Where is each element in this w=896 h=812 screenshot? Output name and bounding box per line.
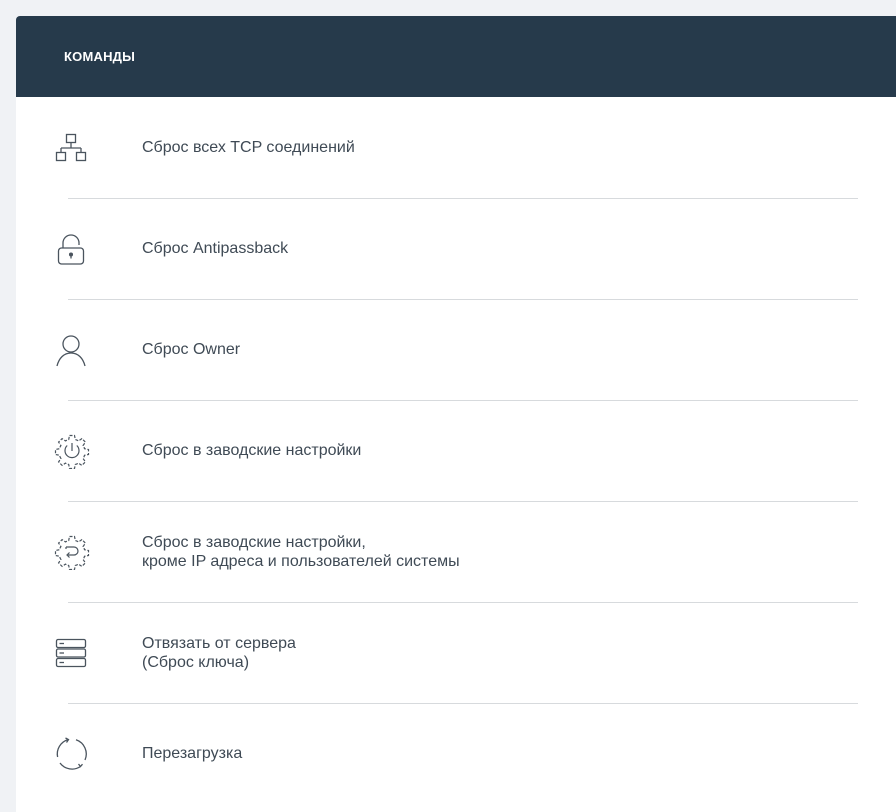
command-label: Сброс Antipassback (142, 240, 289, 257)
command-factory-reset[interactable]: Сброс в заводские настройки (52, 400, 858, 501)
command-label: Перезагрузка (142, 745, 243, 762)
command-label: Сброс всех TCP соединений (142, 139, 355, 156)
command-label: Сброс в заводские настройки (142, 442, 362, 459)
command-reset-tcp[interactable]: Сброс всех TCP соединений (52, 97, 858, 198)
panel-header: КОМАНДЫ (16, 16, 896, 97)
command-reset-antipassback[interactable]: Сброс Antipassback (52, 198, 858, 299)
command-label: Сброс в заводские настройки, кроме IP ад… (142, 533, 460, 570)
user-icon (52, 333, 110, 367)
network-icon (52, 131, 110, 165)
gear-reset-icon (52, 534, 110, 570)
refresh-icon (52, 736, 110, 772)
commands-list: Сброс всех TCP соединений Сброс Antipass… (16, 97, 896, 804)
panel-title: КОМАНДЫ (64, 49, 136, 64)
server-icon (52, 636, 110, 670)
command-label: Сброс Owner (142, 341, 241, 358)
command-unbind-server[interactable]: Отвязать от сервера (Сброс ключа) (52, 602, 858, 703)
command-label: Отвязать от сервера (Сброс ключа) (142, 634, 296, 671)
commands-panel: КОМАНДЫ Сброс всех TCP соединений Сброс … (16, 16, 896, 812)
command-factory-reset-keep-ip[interactable]: Сброс в заводские настройки, кроме IP ад… (52, 501, 858, 602)
gear-power-icon (52, 433, 110, 469)
unlock-icon (52, 232, 110, 266)
command-reboot[interactable]: Перезагрузка (52, 703, 858, 804)
command-reset-owner[interactable]: Сброс Owner (52, 299, 858, 400)
